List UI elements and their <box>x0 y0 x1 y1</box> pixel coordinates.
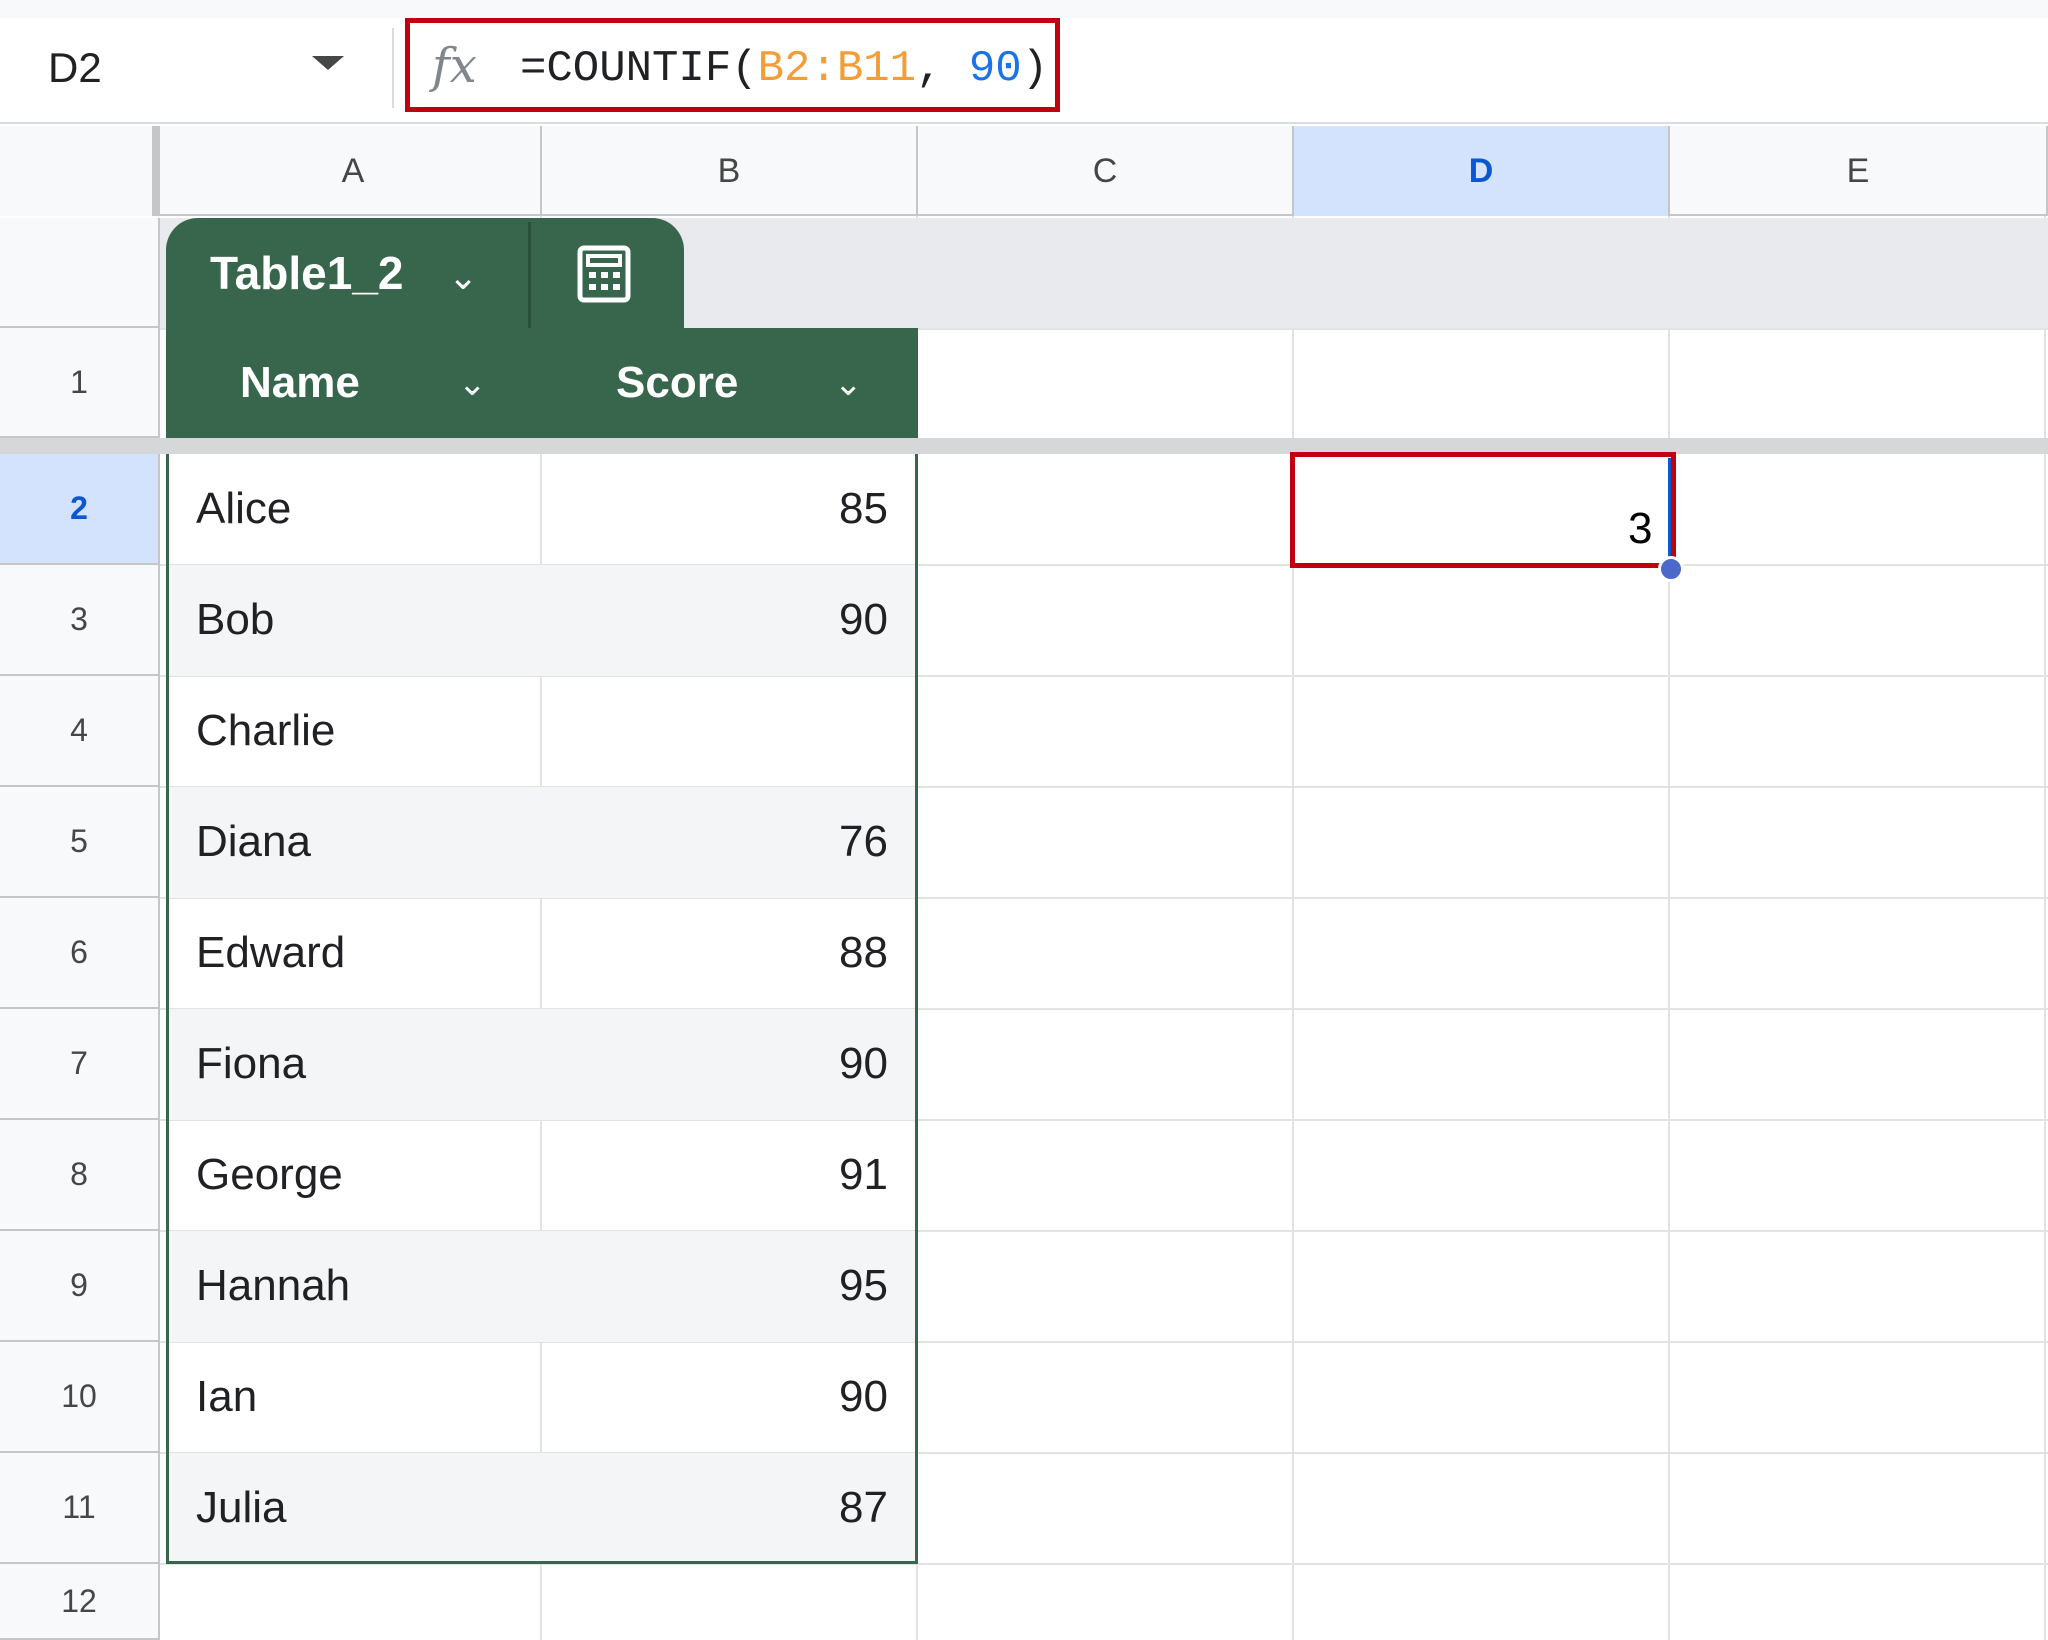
cell-b8[interactable]: 91 <box>839 1150 888 1200</box>
row-header-9[interactable]: 9 <box>0 1231 160 1342</box>
cell-b10[interactable]: 90 <box>839 1372 888 1422</box>
select-all-corner[interactable] <box>0 126 160 216</box>
grid-line <box>2044 216 2046 1640</box>
formula-bar-divider <box>392 28 394 108</box>
top-toolbar-strip <box>0 0 2048 18</box>
column-header-c[interactable]: C <box>918 126 1294 216</box>
cell-d2-value: 3 <box>1628 504 1653 553</box>
name-box[interactable]: D2 <box>48 44 102 92</box>
cell-a3[interactable]: Bob <box>196 595 274 645</box>
cell-b3[interactable]: 90 <box>839 595 888 645</box>
grid-line <box>1292 216 1294 1640</box>
row-header-1[interactable]: 1 <box>0 328 160 438</box>
cell-a4[interactable]: Charlie <box>196 706 335 756</box>
formula-close: ) <box>1021 44 1049 94</box>
formula-separator: , <box>916 44 969 94</box>
table-body-border <box>166 454 918 1564</box>
column-header-e[interactable]: E <box>1670 126 2048 216</box>
cell-a7[interactable]: Fiona <box>196 1039 306 1089</box>
row-header-3[interactable]: 3 <box>0 565 160 676</box>
table-name[interactable]: Table1_2 <box>210 246 403 300</box>
fill-handle[interactable] <box>1658 556 1684 582</box>
formula-criterion: 90 <box>968 44 1022 94</box>
chevron-down-icon[interactable]: ⌄ <box>458 364 487 404</box>
cell-a9[interactable]: Hannah <box>196 1261 350 1311</box>
row-header-7[interactable]: 7 <box>0 1009 160 1120</box>
calculator-icon[interactable] <box>574 244 634 304</box>
row-header-table-chip <box>0 218 160 328</box>
row-header-8[interactable]: 8 <box>0 1120 160 1231</box>
cell-a6[interactable]: Edward <box>196 928 345 978</box>
cell-b2[interactable]: 85 <box>839 484 888 534</box>
cell-b11[interactable]: 87 <box>839 1483 888 1533</box>
frozen-row-separator[interactable] <box>0 438 2048 454</box>
cell-d2[interactable] <box>1290 452 1676 568</box>
table-chip-divider <box>528 222 531 328</box>
cell-a2[interactable]: Alice <box>196 484 291 534</box>
cell-b6[interactable]: 88 <box>839 928 888 978</box>
cell-b7[interactable]: 90 <box>839 1039 888 1089</box>
cell-a11[interactable]: Julia <box>196 1483 287 1533</box>
formula-input[interactable]: =COUNTIF(B2:B11, 90) <box>520 44 1048 94</box>
grid-line <box>1668 216 1670 1640</box>
fx-icon: fx <box>432 38 477 94</box>
formula-function: =COUNTIF( <box>520 44 758 94</box>
formula-range: B2:B11 <box>757 44 917 94</box>
column-header-a[interactable]: A <box>166 126 542 216</box>
column-name-header[interactable]: Name <box>240 358 360 408</box>
cell-a5[interactable]: Diana <box>196 817 311 867</box>
cell-a10[interactable]: Ian <box>196 1372 257 1422</box>
chevron-down-icon[interactable]: ⌄ <box>448 256 478 298</box>
column-header-b[interactable]: B <box>542 126 918 216</box>
chevron-down-icon[interactable]: ⌄ <box>834 364 863 404</box>
name-box-dropdown-icon[interactable] <box>312 56 344 70</box>
row-header-12[interactable]: 12 <box>0 1564 160 1640</box>
row-header-2[interactable]: 2 <box>0 454 160 565</box>
column-score-header[interactable]: Score <box>616 358 738 408</box>
row-header-4[interactable]: 4 <box>0 676 160 787</box>
cell-b9[interactable]: 95 <box>839 1261 888 1311</box>
column-header-d[interactable]: D <box>1294 126 1670 216</box>
row-header-5[interactable]: 5 <box>0 787 160 898</box>
row-header-10[interactable]: 10 <box>0 1342 160 1453</box>
cell-a8[interactable]: George <box>196 1150 343 1200</box>
row-header-6[interactable]: 6 <box>0 898 160 1009</box>
row-header-11[interactable]: 11 <box>0 1453 160 1564</box>
cell-b5[interactable]: 76 <box>839 817 888 867</box>
